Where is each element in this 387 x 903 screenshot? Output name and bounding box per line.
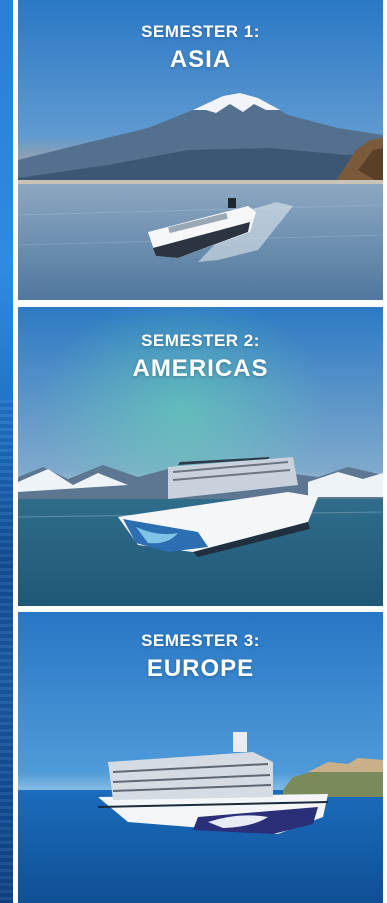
ocean-image-edge xyxy=(0,0,13,903)
semester-3-card[interactable]: SEMESTER 3: EUROPE xyxy=(18,612,383,903)
semester-1-heading: SEMESTER 1: ASIA xyxy=(18,22,383,74)
semester-itinerary-page: SEMESTER 1: ASIA SEMESTER 2: AMERICAS SE… xyxy=(0,0,387,903)
semester-1-card[interactable]: SEMESTER 1: ASIA xyxy=(18,0,383,300)
semester-2-card[interactable]: SEMESTER 2: AMERICAS xyxy=(18,307,383,606)
semester-3-heading: SEMESTER 3: EUROPE xyxy=(18,631,383,683)
semester-1-label: SEMESTER 1: xyxy=(141,22,260,41)
semester-1-destination: ASIA xyxy=(169,46,232,73)
semester-2-heading: SEMESTER 2: AMERICAS xyxy=(18,331,383,383)
semester-3-label: SEMESTER 3: xyxy=(141,631,260,650)
semester-2-label: SEMESTER 2: xyxy=(141,331,260,350)
semester-3-destination: EUROPE xyxy=(146,655,255,682)
semester-2-destination: AMERICAS xyxy=(132,355,269,382)
